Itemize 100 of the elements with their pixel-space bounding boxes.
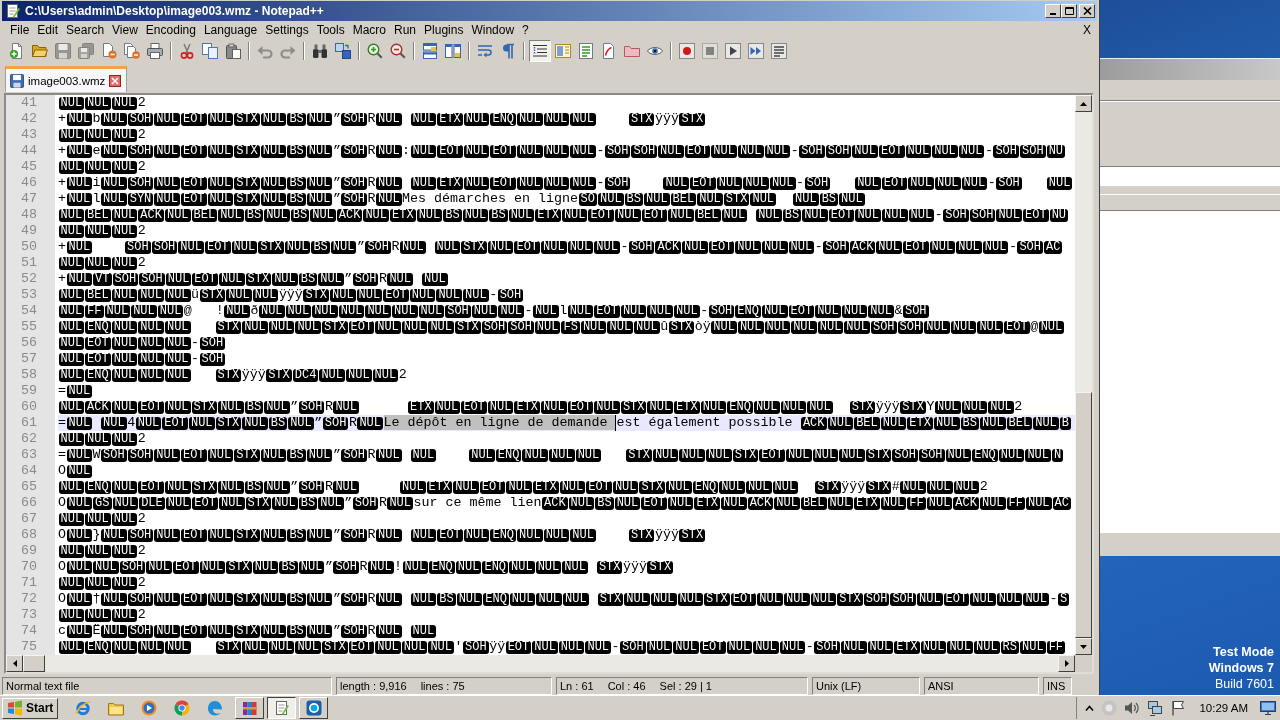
notepad-icon[interactable] [273,700,290,716]
menu-item[interactable]: Run [390,23,421,37]
control-character: NUL [111,640,138,654]
code-text: ” [290,399,299,414]
folder-icon[interactable] [107,700,124,716]
scrollbar-thumb[interactable] [1075,392,1092,638]
text-field[interactable] [1100,166,1280,186]
control-character: BEL [85,288,111,302]
line-number: 42 [20,111,37,127]
code-text: ! [394,559,403,574]
browser-icon[interactable] [173,700,190,716]
file-tab[interactable]: image003.wmz [5,66,128,92]
browser-icon[interactable] [74,700,91,716]
control-character: NUL [164,352,191,366]
menu-item[interactable]: Tools [312,23,349,37]
control-character: NUL [178,240,204,254]
monitor-icon[interactable] [1260,700,1276,716]
line-number: 51 [20,255,37,271]
control-character: SOH [101,448,127,462]
taskbar-button[interactable] [267,697,297,719]
scrollbar-thumb[interactable] [23,655,45,672]
close-icon[interactable] [109,74,122,87]
scroll-down-button[interactable] [1075,638,1092,655]
code-text: - [796,175,805,190]
control-character: NUL [839,192,865,206]
menu-item[interactable]: Settings [261,23,313,37]
chevron-up-icon[interactable] [1085,705,1095,711]
network-icon[interactable] [1147,700,1164,716]
control-character: NUL [908,176,934,190]
control-character: NUL [258,304,285,318]
speaker-icon[interactable] [1124,700,1141,716]
code-text: - [191,335,200,350]
left-arrow-icon[interactable] [12,660,17,667]
control-character: SOH [341,144,367,158]
control-character: NUL [264,480,290,494]
code-text: Y [926,399,935,414]
control-character: NUL [66,384,93,398]
scroll-left-button[interactable] [6,655,23,672]
control-character: EOT [788,304,815,318]
menu-item[interactable]: File [6,23,34,37]
menu-item[interactable]: Encoding [141,23,200,37]
code-text: ” [332,111,341,126]
control-character: SOH [298,480,325,494]
flag-logo-icon[interactable] [7,700,23,716]
code-text: - [596,143,605,158]
control-character: EOT [594,304,620,318]
control-character: EOT [437,528,463,542]
control-character: STX [596,560,623,574]
control-character: NUL [85,576,111,590]
start-button[interactable]: Start [2,697,59,719]
scroll-up-button[interactable] [1075,95,1092,112]
menu-item[interactable]: Window [467,23,519,37]
control-character: NUL [594,240,620,254]
down-arrow-icon[interactable] [1080,644,1087,649]
control-character: NUL [164,336,191,350]
clock[interactable]: 10:29 AM [1199,702,1248,714]
control-character: NUL [111,608,138,622]
code-text: + [58,271,66,286]
ring-icon[interactable] [305,700,322,716]
horizontal-scrollbar[interactable] [6,655,1075,672]
control-character: NUL [974,640,1000,654]
control-character: STX [732,448,759,462]
books-icon[interactable] [241,700,258,716]
control-character: STX [234,112,260,126]
control-character: NUL [376,176,402,190]
code-text: 4 [127,415,136,430]
control-character: NUL [131,304,157,318]
control-character: BS [782,208,802,222]
up-arrow-icon[interactable] [1080,101,1087,106]
control-character: EOT [586,480,612,494]
close-document-button[interactable]: X [1079,23,1097,37]
right-arrow-icon[interactable] [1064,660,1069,667]
scroll-right-button[interactable] [1058,655,1075,672]
menu-item[interactable]: Macro [348,23,390,37]
menu-item[interactable]: Search [62,23,109,37]
menu-item[interactable]: ? [518,23,533,37]
control-character: SOH [333,560,359,574]
control-character: DLE [139,496,165,510]
menu-item[interactable]: Plugins [420,23,468,37]
control-character: NUL [753,400,780,414]
control-character: NUL [436,288,463,302]
control-character: STX [597,592,624,606]
control-character: NU [1046,144,1066,158]
control-character: ETX [408,400,434,414]
control-character: NUL [306,176,333,190]
desktop-notice: Test Mode [1213,644,1274,660]
flag-icon[interactable] [1170,700,1187,716]
play-circle-icon[interactable] [140,700,157,716]
control-character: NUL [376,592,402,606]
menu-item[interactable]: View [108,23,142,37]
vertical-scrollbar[interactable] [1075,95,1092,655]
control-character: ETX [437,176,463,190]
control-character: NUL [924,320,950,334]
menu-item[interactable]: Edit [33,23,63,37]
control-character: NUL [455,560,482,574]
code-text: ÿÿÿ [655,111,679,126]
scrollbar-corner [1075,655,1092,672]
menu-item[interactable]: Language [199,23,262,37]
control-character: NUL [827,496,854,510]
control-character: STX [704,592,730,606]
